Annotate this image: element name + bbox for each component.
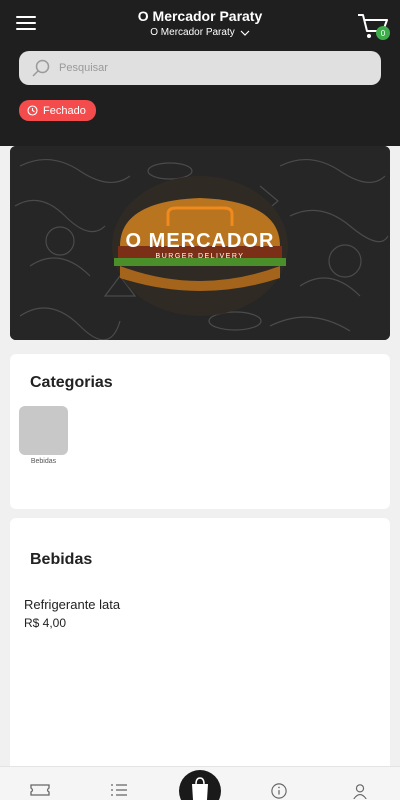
categories-card: Categorias Bebidas	[10, 354, 390, 509]
section-title: Bebidas	[30, 551, 93, 568]
chevron-down-icon	[240, 30, 250, 36]
list-icon[interactable]	[110, 783, 128, 797]
search-bar[interactable]	[19, 51, 381, 85]
info-icon[interactable]	[270, 783, 288, 799]
status-label: Fechado	[43, 104, 86, 117]
categories-title: Categorias	[30, 374, 113, 391]
category-thumbnail	[19, 406, 68, 455]
store-selector[interactable]: O Mercador Paraty	[0, 27, 400, 38]
ticket-icon[interactable]	[30, 783, 50, 797]
clock-icon	[27, 105, 38, 116]
product-item[interactable]: Refrigerante lata R$ 4,00	[24, 597, 120, 630]
user-icon[interactable]	[351, 783, 369, 799]
brand-tagline: BURGER DELIVERY	[155, 253, 245, 260]
status-badge: Fechado	[19, 100, 96, 121]
store-banner: O MERCADOR BURGER DELIVERY	[10, 146, 390, 340]
product-name: Refrigerante lata	[24, 597, 121, 612]
brand-name: O MERCADOR	[125, 230, 275, 252]
app-header: O Mercador Paraty O Mercador Paraty 0 Fe…	[0, 0, 400, 146]
category-item-bebidas[interactable]: Bebidas	[19, 406, 68, 465]
cart-count-badge: 0	[376, 26, 390, 40]
category-label: Bebidas	[30, 458, 57, 465]
bag-button[interactable]	[179, 770, 221, 800]
store-selector-label: O Mercador Paraty	[150, 27, 235, 38]
product-price: R$ 4,00	[24, 616, 67, 630]
search-icon	[32, 59, 50, 77]
section-card: Bebidas Refrigerante lata R$ 4,00	[10, 518, 390, 800]
bag-icon	[192, 777, 208, 800]
store-title: O Mercador Paraty	[137, 8, 263, 24]
search-input[interactable]	[59, 62, 359, 74]
